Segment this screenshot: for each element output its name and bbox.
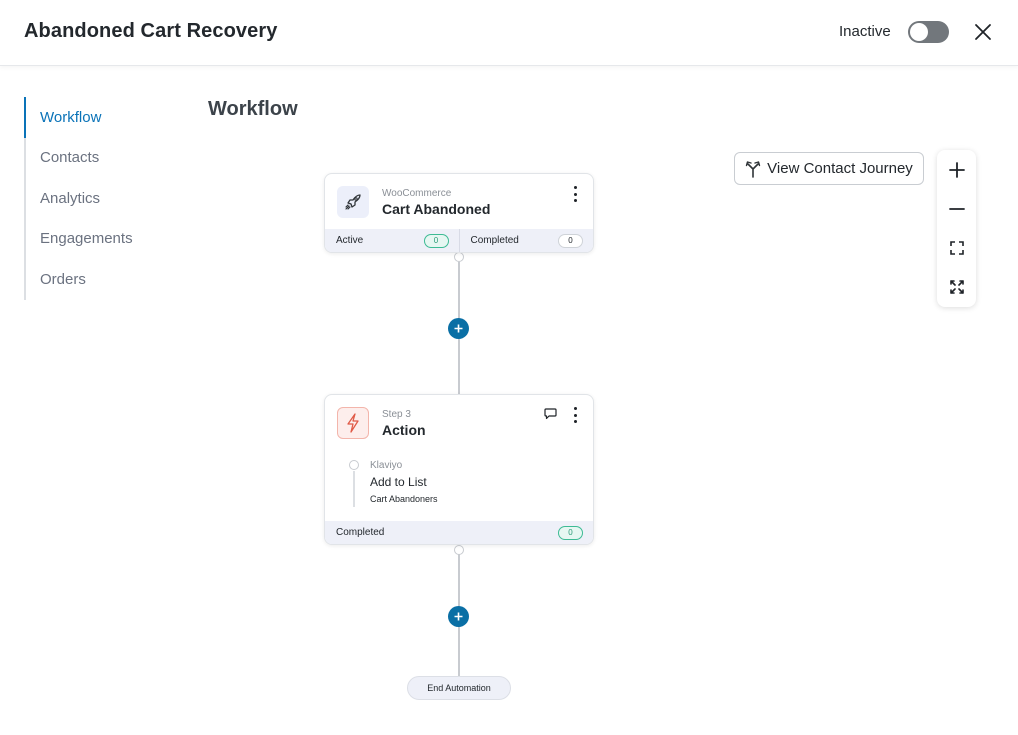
trigger-vendor: WooCommerce	[382, 188, 452, 199]
sub-action-detail: Cart Abandoners	[370, 494, 438, 504]
completed-stat: Completed 0	[325, 521, 593, 544]
completed-stat: Completed 0	[458, 229, 594, 252]
sidebar-item-contacts[interactable]: Contacts	[26, 138, 184, 179]
action-card[interactable]: Step 3 Action Klaviyo Add to List Cart A…	[324, 394, 594, 545]
view-contact-journey-button[interactable]: View Contact Journey	[734, 152, 924, 185]
top-bar: Abandoned Cart Recovery Inactive	[0, 0, 1018, 66]
completed-count-badge: 0	[558, 525, 583, 540]
active-stat: Active 0	[325, 229, 459, 252]
fullscreen-button[interactable]	[937, 267, 976, 306]
zoom-out-button[interactable]	[937, 189, 976, 228]
zoom-in-button[interactable]	[937, 150, 976, 189]
plus-icon	[948, 161, 965, 178]
action-stats: Completed 0	[325, 521, 593, 544]
completed-label: Completed	[470, 235, 519, 246]
sidebar-item-workflow[interactable]: Workflow	[24, 97, 184, 138]
completed-count-badge: 0	[558, 233, 583, 248]
sidebar-item-engagements[interactable]: Engagements	[26, 219, 184, 260]
sidebar-nav: Workflow Contacts Analytics Engagements …	[24, 97, 184, 300]
lightning-icon	[347, 413, 359, 433]
sidebar-item-orders[interactable]: Orders	[26, 259, 184, 300]
action-icon-box	[337, 407, 369, 439]
automation-title: Abandoned Cart Recovery	[24, 20, 278, 42]
toggle-knob	[910, 23, 928, 41]
kebab-icon	[573, 407, 577, 410]
active-count-badge: 0	[423, 233, 449, 248]
trigger-menu-button[interactable]	[571, 186, 579, 202]
connector-node	[454, 252, 464, 262]
add-step-button[interactable]	[448, 606, 469, 627]
fit-view-icon	[949, 240, 964, 255]
trigger-title: Cart Abandoned	[382, 201, 491, 217]
completed-label: Completed	[336, 527, 385, 538]
branch-icon	[745, 160, 761, 178]
action-menu-button[interactable]	[571, 407, 579, 423]
sub-action-line	[353, 471, 355, 507]
minus-icon	[948, 207, 965, 210]
close-button[interactable]	[970, 19, 996, 45]
kebab-icon	[573, 186, 577, 189]
plus-icon	[454, 612, 463, 621]
fullscreen-icon	[949, 279, 964, 294]
action-title: Action	[382, 422, 426, 438]
sub-action-vendor: Klaviyo	[370, 460, 403, 471]
trigger-card[interactable]: WooCommerce Cart Abandoned Active 0 Comp…	[324, 173, 594, 253]
active-label: Active	[336, 235, 364, 246]
comment-button[interactable]	[544, 407, 557, 425]
connector-node	[454, 545, 464, 555]
plus-icon	[454, 324, 463, 333]
rocket-icon	[345, 194, 361, 210]
fit-view-button[interactable]	[937, 228, 976, 267]
trigger-stats: Active 0 Completed 0	[325, 229, 593, 252]
zoom-controls	[937, 150, 976, 307]
sidebar-item-analytics[interactable]: Analytics	[26, 178, 184, 219]
comment-icon	[544, 408, 557, 420]
add-step-button[interactable]	[448, 318, 469, 339]
page-title: Workflow	[208, 98, 298, 120]
end-automation-node: End Automation	[407, 676, 511, 700]
action-step: Step 3	[382, 409, 411, 420]
status-label: Inactive	[839, 23, 891, 40]
sub-action-node	[349, 460, 359, 470]
active-toggle[interactable]	[908, 21, 949, 43]
trigger-icon-box	[337, 186, 369, 218]
close-icon	[975, 24, 991, 40]
sub-action-title: Add to List	[370, 475, 427, 489]
journey-button-label: View Contact Journey	[767, 160, 913, 177]
